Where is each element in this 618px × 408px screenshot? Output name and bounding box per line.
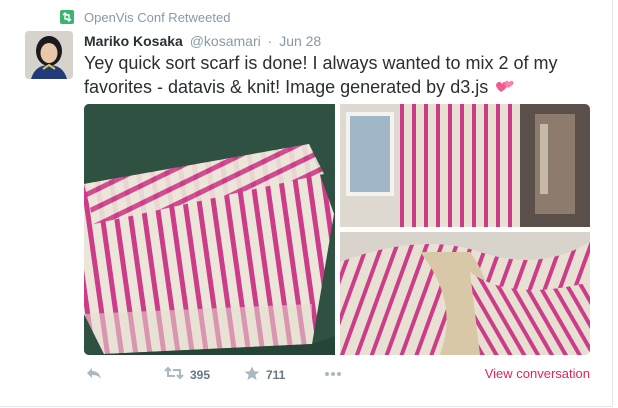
tweet-timestamp[interactable]: Jun 28 [279, 33, 321, 49]
retweet-button[interactable]: 395 [164, 366, 210, 383]
favorite-count: 711 [266, 368, 286, 382]
author-fullname[interactable]: Mariko Kosaka [84, 33, 183, 49]
reply-icon [86, 366, 102, 383]
tweet-body: Yey quick sort scarf is done! I always w… [84, 53, 558, 97]
tweet-text: Yey quick sort scarf is done! I always w… [84, 51, 604, 102]
retweet-icon [164, 366, 184, 383]
tweet-header: Mariko Kosaka @kosamari · Jun 28 [84, 33, 321, 49]
retweet-badge-icon [60, 10, 74, 24]
favorite-button[interactable]: 711 [244, 366, 285, 384]
photo-grid [84, 104, 590, 355]
retweet-count: 395 [190, 367, 211, 382]
knit-scarf-worn-photo[interactable] [340, 232, 590, 355]
two-hearts-icon [495, 78, 515, 102]
reply-button[interactable] [86, 366, 102, 383]
tweet-actions: 395 711 View conversation [84, 366, 604, 386]
knit-scarf-hanging-photo[interactable] [340, 104, 590, 227]
separator-dot: · [267, 33, 273, 49]
view-conversation-link[interactable]: View conversation [485, 366, 590, 381]
star-icon [244, 366, 260, 384]
author-username[interactable]: @kosamari [190, 33, 261, 49]
context-text[interactable]: OpenVis Conf Retweeted [84, 10, 230, 25]
more-dots-icon [324, 366, 342, 380]
tweet-card[interactable]: OpenVis Conf Retweeted Mariko Kosaka @ko… [0, 0, 613, 407]
avatar[interactable] [25, 31, 73, 79]
knit-scarf-folded-photo[interactable] [84, 104, 335, 355]
more-button[interactable] [324, 366, 342, 380]
